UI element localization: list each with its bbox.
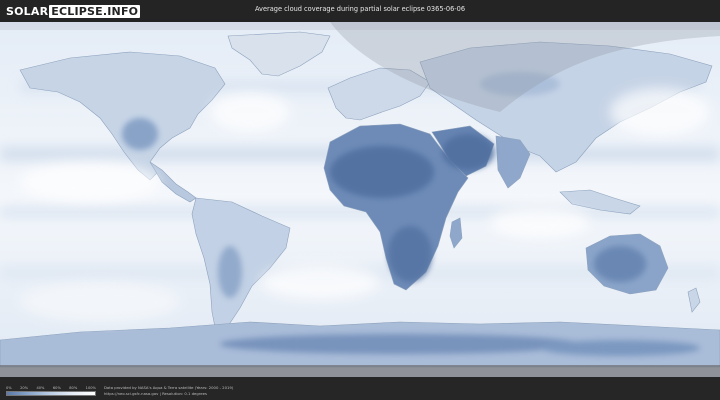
legend-tick: 100%	[85, 386, 96, 390]
legend-tick: 0%	[6, 386, 12, 390]
credit-line-url[interactable]: https://neo.sci.gsfc.nasa.gov | Resoluti…	[104, 391, 233, 397]
legend-tick: 80%	[69, 386, 78, 390]
app-frame: SOLAR ECLIPSE.INFO Average cloud coverag…	[0, 0, 720, 400]
data-credits: Data provided by NASA's Aqua & Terra sat…	[104, 385, 233, 397]
cloud-coverage-map	[0, 22, 720, 377]
footer-bar: 0% 20% 40% 60% 80% 100% Data provided by…	[0, 377, 720, 400]
legend-tick: 40%	[36, 386, 45, 390]
shade-left-top	[0, 22, 720, 30]
page-title: Average cloud coverage during partial so…	[254, 5, 466, 13]
legend-tick: 20%	[20, 386, 29, 390]
legend-tick: 60%	[52, 386, 61, 390]
header-bar: SOLAR ECLIPSE.INFO Average cloud coverag…	[0, 0, 720, 22]
cloud-coverage-legend: 0% 20% 40% 60% 80% 100%	[6, 386, 96, 400]
legend-gradient-bar	[6, 391, 96, 396]
map-bottom-strip	[0, 365, 720, 377]
